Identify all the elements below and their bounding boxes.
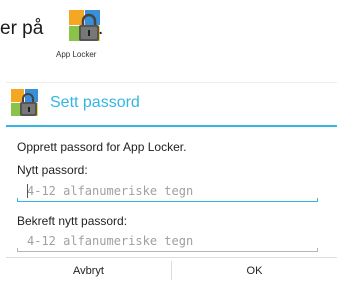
app-caption: App Locker bbox=[56, 50, 97, 59]
new-password-label: Nytt passord: bbox=[17, 163, 88, 177]
set-password-dialog: Sett passord Opprett passord for App Loc… bbox=[6, 82, 337, 282]
cancel-button[interactable]: Avbryt bbox=[6, 258, 171, 283]
app-locker-icon bbox=[11, 89, 39, 117]
dialog-button-bar: Avbryt OK bbox=[6, 257, 337, 283]
intro-text: er på bbox=[0, 18, 44, 39]
dialog-header: Sett passord bbox=[6, 83, 337, 127]
dialog-title: Sett passord bbox=[50, 94, 140, 111]
dialog-description: Opprett passord for App Locker. bbox=[17, 140, 187, 154]
intro-period: . bbox=[98, 18, 104, 39]
ok-button[interactable]: OK bbox=[172, 258, 337, 283]
confirm-password-underline bbox=[17, 248, 318, 252]
new-password-underline bbox=[17, 198, 318, 202]
confirm-password-label: Bekreft nytt passord: bbox=[17, 214, 128, 228]
text-cursor bbox=[27, 184, 28, 198]
